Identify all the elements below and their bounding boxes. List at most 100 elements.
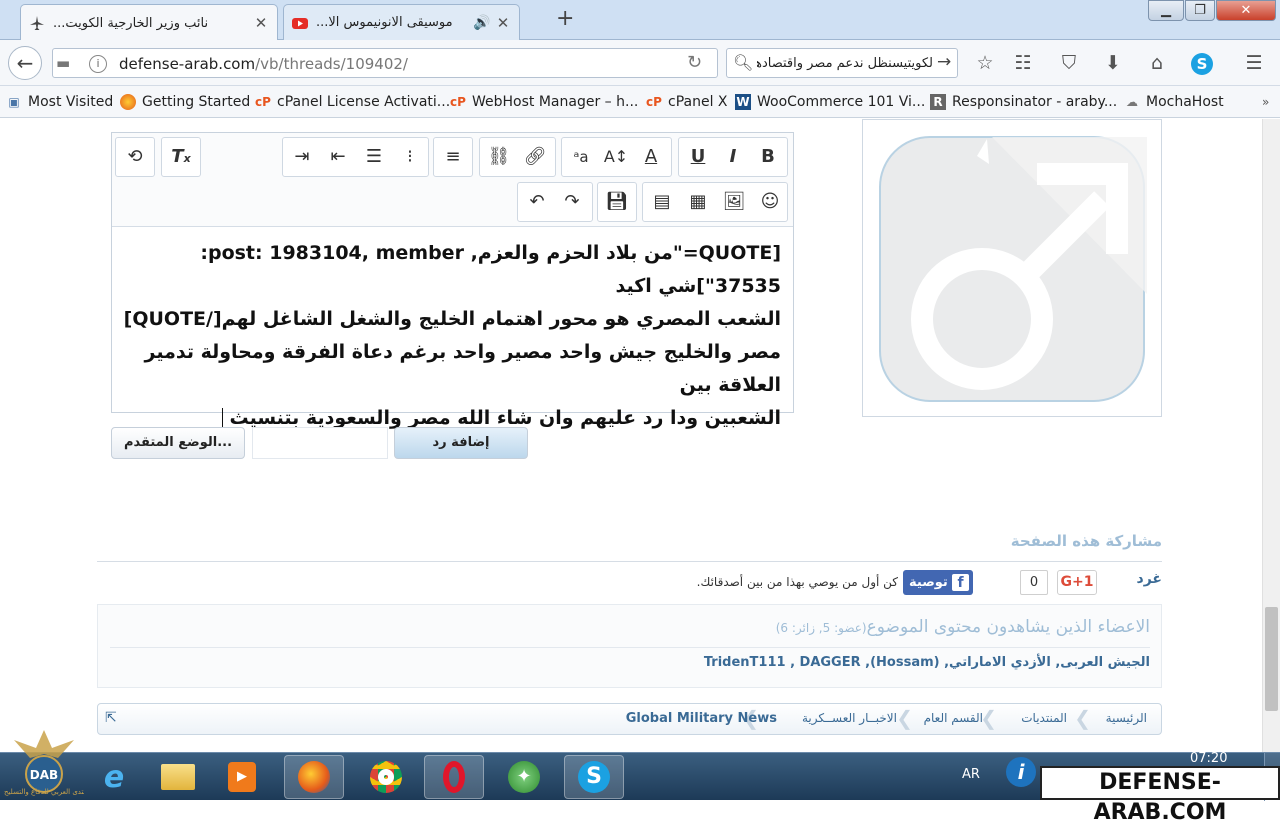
taskbar-firefox[interactable]	[284, 755, 344, 799]
editor-toolbar: ⟲ Tx ⇥ ⇤ ☰ ⁝ ≡ ⛓ 🔗︎ ᵃa A↕ A U I B ↶ ↷ 💾︎…	[112, 133, 793, 227]
tab-youtube[interactable]: موسيقى الانونيموس الا... 🔊 ✕	[283, 4, 520, 40]
chevron-left-icon: ❮	[1074, 706, 1091, 730]
unlink-icon[interactable]: ⛓	[482, 138, 516, 176]
close-window-button[interactable]: ✕	[1216, 0, 1276, 21]
taskbar-skype[interactable]: S	[564, 755, 624, 799]
search-bar[interactable]: 🔍︎ لكويتيسنظل ندعم مصر واقتصادها : →	[726, 48, 958, 78]
taskbar-globe-app[interactable]: ✦	[494, 755, 554, 799]
breadcrumb-forums[interactable]: المنتديات	[1021, 711, 1067, 725]
back-button[interactable]: ←	[8, 46, 42, 80]
font-size-icon[interactable]: A↕	[599, 138, 633, 176]
font-family-icon[interactable]: ᵃa	[564, 138, 598, 176]
toolbar-group-insert: ▤ ▦ 🖼︎ ☺	[642, 182, 788, 222]
undo-icon[interactable]: ↶	[520, 183, 554, 221]
toolbar-group-links: ⛓ 🔗︎	[479, 137, 556, 177]
chrome-icon	[370, 761, 402, 793]
taskbar-opera[interactable]	[424, 755, 484, 799]
taskbar-ie[interactable]: e	[84, 755, 144, 799]
breadcrumb-military-news[interactable]: الاخبــار العســكرية	[802, 711, 897, 725]
info-icon[interactable]: i	[89, 55, 107, 73]
outdent-icon[interactable]: ⇤	[321, 138, 355, 176]
save-draft-icon[interactable]: 💾︎	[600, 183, 634, 221]
image-icon[interactable]: 🖼︎	[717, 183, 751, 221]
breadcrumb-general[interactable]: القسم العام	[924, 711, 983, 725]
editor-line: [QUOTE="من بلاد الحزم والعزم, post: 1983…	[200, 242, 781, 264]
bookmark-cpanel-license[interactable]: cP cPanel License Activati...	[255, 93, 450, 111]
remove-format-icon[interactable]: Tx	[164, 138, 198, 176]
align-icon[interactable]: ≡	[436, 138, 470, 176]
bookmark-getting-started[interactable]: Getting Started	[120, 93, 250, 111]
toggle-source-icon[interactable]: ⟲	[118, 138, 152, 176]
tweet-button[interactable]: غرد	[1110, 571, 1162, 587]
taskbar-explorer[interactable]	[148, 755, 208, 799]
scrollbar[interactable]	[1262, 119, 1280, 752]
menu-icon[interactable]: ☰	[1240, 49, 1268, 77]
bookmark-most-visited[interactable]: ▣ Most Visited	[6, 93, 113, 111]
svg-text:DAB: DAB	[30, 768, 58, 782]
toolbar-group-save: 💾︎	[597, 182, 637, 222]
indent-icon[interactable]: ⇥	[285, 138, 319, 176]
google-plus-count: 0	[1020, 570, 1048, 595]
underline-icon[interactable]: U	[681, 138, 715, 176]
reply-editor[interactable]: ⟲ Tx ⇥ ⇤ ☰ ⁝ ≡ ⛓ 🔗︎ ᵃa A↕ A U I B ↶ ↷ 💾︎…	[111, 132, 794, 430]
close-icon[interactable]: ✕	[495, 14, 511, 32]
more-bookmarks-icon[interactable]: »	[1262, 93, 1269, 111]
pocket-icon[interactable]: ⛉	[1055, 49, 1083, 77]
chevron-left-icon: ❮	[896, 706, 913, 730]
language-indicator[interactable]: AR	[962, 767, 980, 782]
minimize-button[interactable]: ▁	[1148, 0, 1184, 21]
spacer-box	[252, 427, 388, 459]
speaker-icon[interactable]: 🔊	[473, 15, 490, 31]
media-player-icon: ▶	[228, 762, 256, 792]
bulleted-list-icon[interactable]: ⁝	[393, 138, 427, 176]
italic-icon[interactable]: I	[716, 138, 750, 176]
scrollbar-thumb[interactable]	[1265, 607, 1278, 711]
reload-icon[interactable]: ↻	[687, 52, 702, 73]
home-icon[interactable]: ⌂	[1143, 49, 1171, 77]
new-tab-button[interactable]: +	[556, 8, 576, 30]
editor-line: مصر والخليج جيش واحد مصير واحد برغم دعاة…	[144, 341, 782, 396]
wordpress-icon: W	[735, 94, 751, 110]
reading-list-icon[interactable]: ☷	[1009, 49, 1037, 77]
smiley-icon[interactable]: ☺	[753, 183, 787, 221]
address-bar[interactable]: ▬ i defense-arab.com/vb/threads/109402/ …	[52, 48, 718, 78]
google-plus-button[interactable]: G+1	[1057, 570, 1097, 595]
page-content: ⟲ Tx ⇥ ⇤ ☰ ⁝ ≡ ⛓ 🔗︎ ᵃa A↕ A U I B ↶ ↷ 💾︎…	[0, 119, 1280, 752]
arrow-right-icon[interactable]: →	[937, 52, 951, 72]
editor-line: الشعب المصري هو محور اهتمام الخليج والشغ…	[123, 308, 781, 330]
editor-text[interactable]: [QUOTE="من بلاد الحزم والعزم, post: 1983…	[121, 237, 781, 435]
media-icon[interactable]: ▦	[681, 183, 715, 221]
bookmark-webhost-manager[interactable]: cP WebHost Manager – h...	[450, 93, 638, 111]
bold-icon[interactable]: B	[751, 138, 785, 176]
bookmark-responsinator[interactable]: R Responsinator - araby...	[930, 93, 1117, 111]
info-icon[interactable]: i	[1006, 757, 1036, 787]
tab-active[interactable]: نائب وزير الخارجية الكويت... ✕	[20, 4, 278, 41]
download-icon[interactable]: ⬇	[1099, 49, 1127, 77]
star-icon[interactable]: ☆	[971, 49, 999, 77]
link-icon[interactable]: 🔗︎	[518, 138, 552, 176]
bookmark-cpanel-x[interactable]: cP cPanel X	[646, 93, 727, 111]
text-color-icon[interactable]: A	[634, 138, 668, 176]
search-icon: 🔍︎	[733, 53, 754, 72]
quote-icon[interactable]: ▤	[645, 183, 679, 221]
breadcrumb-home[interactable]: الرئيسية	[1106, 711, 1147, 725]
taskbar-chrome[interactable]	[356, 755, 416, 799]
viewers-list[interactable]: الجيش العربى, الأزدي الاماراتي, (Hossam)…	[600, 655, 1150, 670]
facebook-recommend-button[interactable]: f توصية	[903, 570, 973, 595]
maximize-button[interactable]: ❐	[1185, 0, 1215, 21]
taskbar-media[interactable]: ▶	[212, 755, 272, 799]
toolbar-group-lists: ⇥ ⇤ ☰ ⁝	[282, 137, 429, 177]
breadcrumb-global-military-news[interactable]: Global Military News	[626, 711, 777, 726]
bookmark-mochahost[interactable]: ☁ MochaHost	[1124, 93, 1224, 111]
numbered-list-icon[interactable]: ☰	[357, 138, 391, 176]
add-reply-button[interactable]: إضافة رد	[394, 427, 528, 459]
url-text: defense-arab.com/vb/threads/109402/	[119, 55, 408, 73]
close-icon[interactable]: ✕	[253, 14, 269, 32]
skype-icon[interactable]: S	[1188, 49, 1216, 77]
bookmark-woocommerce[interactable]: W WooCommerce 101 Vi...	[735, 93, 925, 111]
site-logo: DAB المنتدى العربي للدفاع والتسليح	[4, 726, 84, 800]
jump-to-icon[interactable]: ⇱	[105, 710, 117, 726]
facebook-icon: f	[952, 574, 969, 591]
redo-icon[interactable]: ↷	[555, 183, 589, 221]
advanced-mode-button[interactable]: الوضع المتقدم...	[111, 427, 245, 459]
